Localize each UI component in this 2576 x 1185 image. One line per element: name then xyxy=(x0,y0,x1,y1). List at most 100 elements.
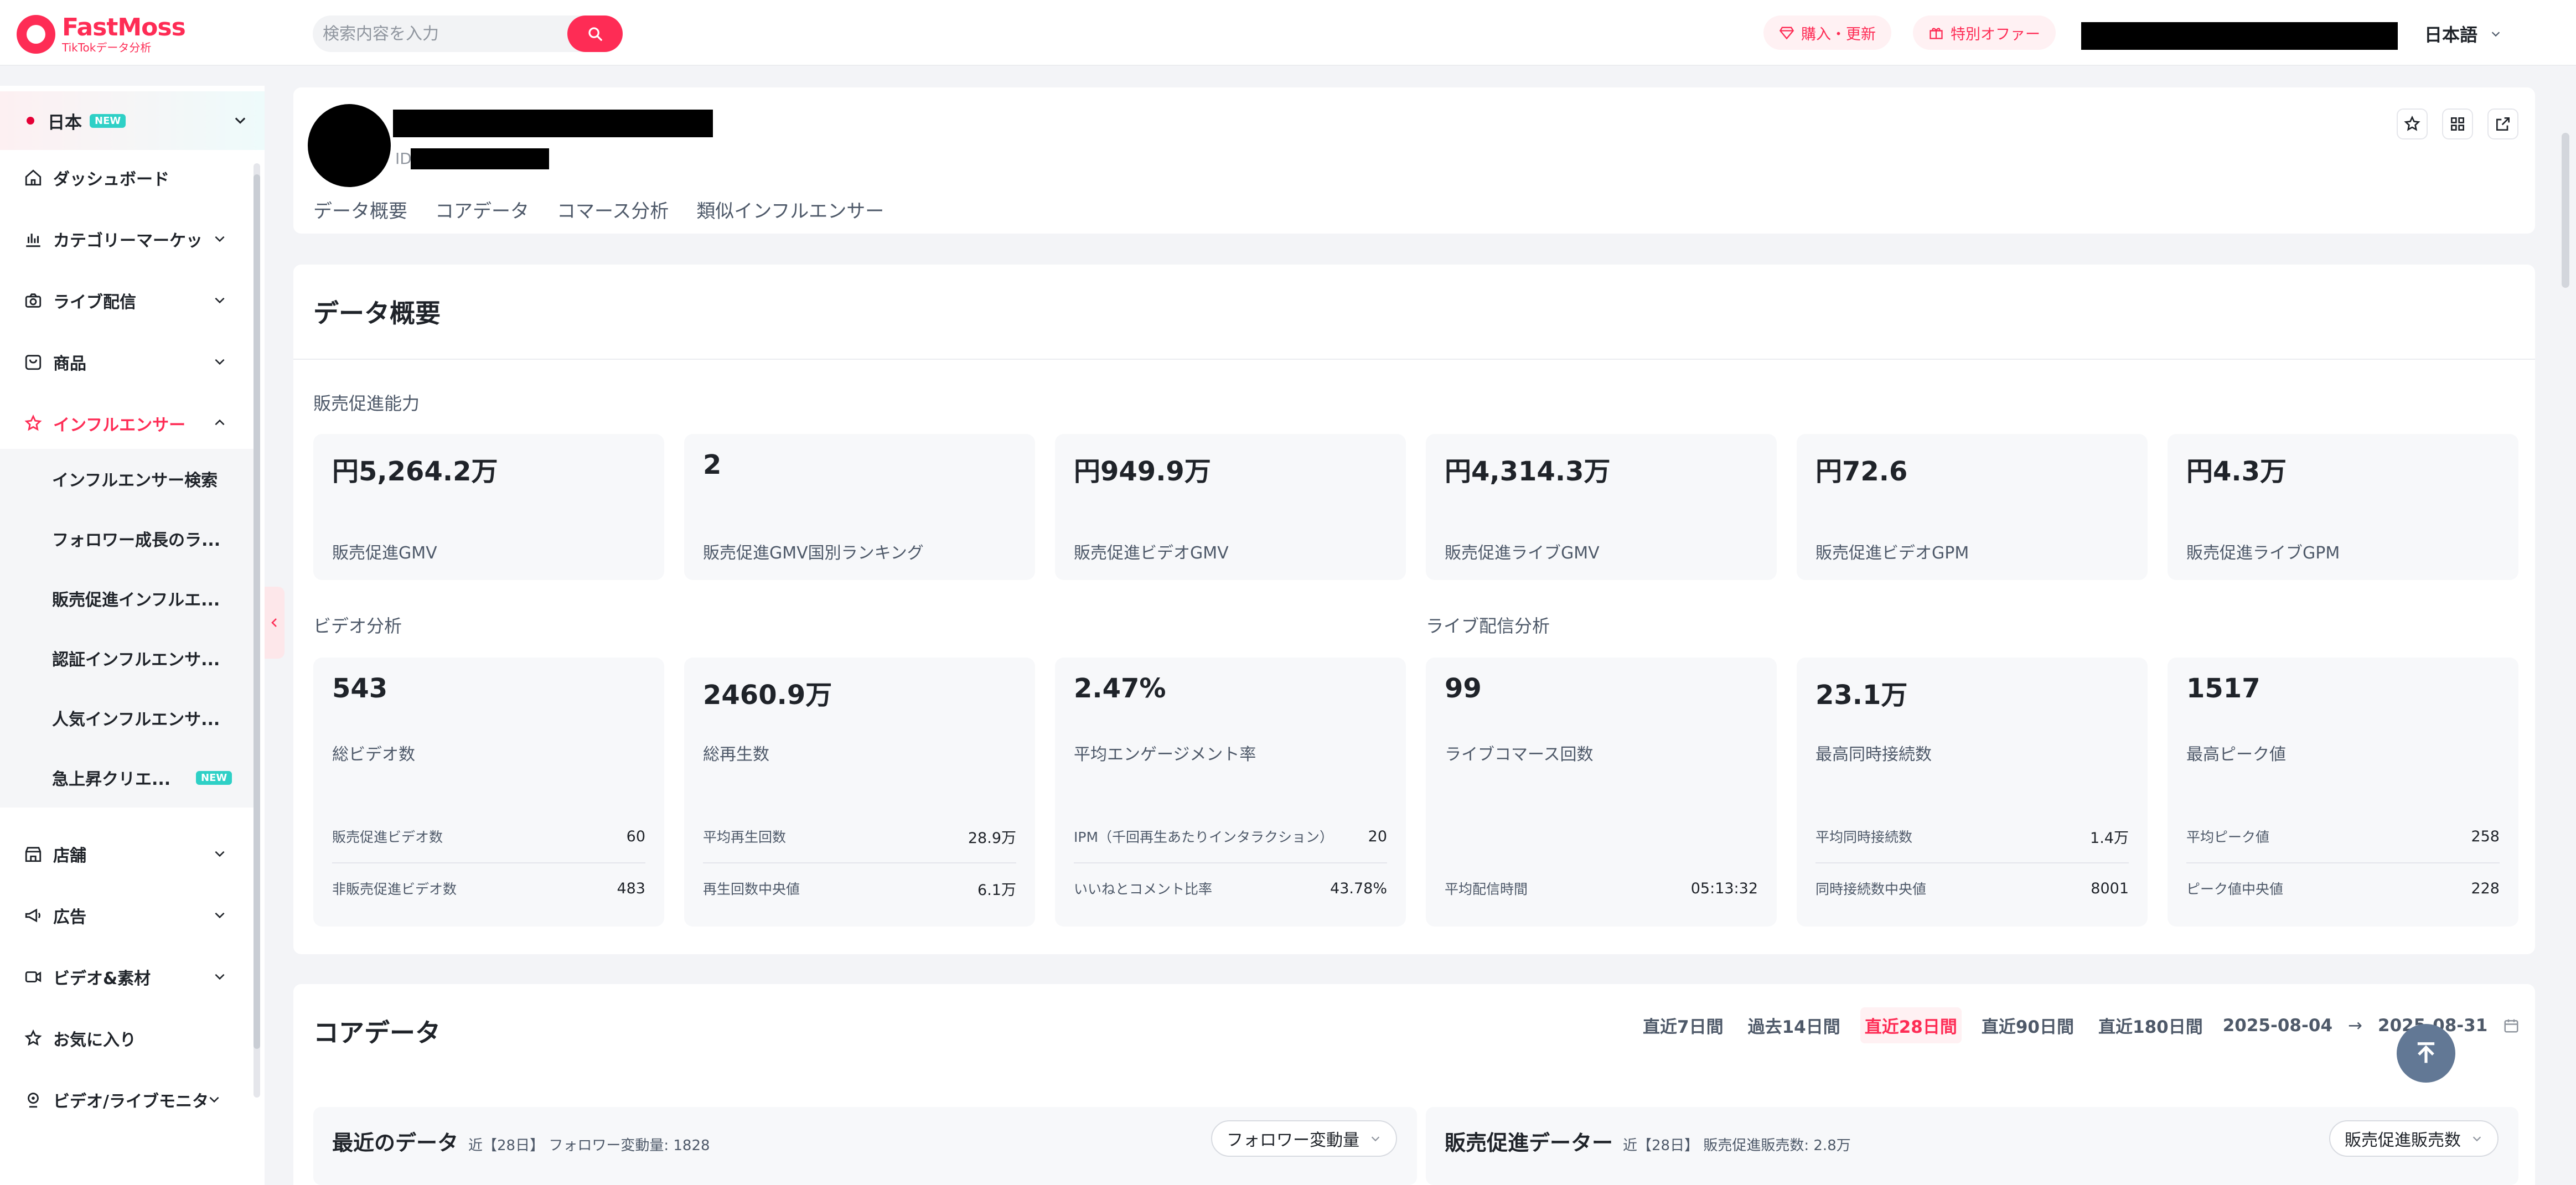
country-selector[interactable]: 日本 NEW xyxy=(0,91,265,150)
sub-row-label: 平均配信時間 xyxy=(1445,881,1528,897)
metric-sub-row: 平均同時接続数 1.4万 xyxy=(1815,811,2129,861)
sidebar-subitem-verified-influencer[interactable]: 認証インフルエンサ... xyxy=(0,628,255,688)
metric-sub-row: いいねとコメント比率 43.78% xyxy=(1074,863,1387,913)
metric-value: 99 xyxy=(1445,673,1482,704)
metric-sub-row: ピーク値中央値 228 xyxy=(2186,863,2500,913)
sub-row-value: 1.4万 xyxy=(2090,829,2129,847)
sidebar-item-dashboard[interactable]: ダッシュボード xyxy=(0,156,255,200)
buy-renew-button[interactable]: 購入・更新 xyxy=(1763,15,1891,50)
sidebar-item-video-material[interactable]: ビデオ&素材 xyxy=(0,955,255,999)
group-title-video: ビデオ分析 xyxy=(313,615,402,637)
sidebar-item-live[interactable]: ライブ配信 xyxy=(0,278,255,323)
sales-data-panel: 販売促進データー 近【28日】 販売促進販売数: 2.8万 販売促進販売数 xyxy=(1426,1107,2518,1185)
metric-sub-row: IPM（千回再生あたりインタラクション） 20 xyxy=(1074,811,1387,861)
qr-code-button[interactable] xyxy=(2442,108,2473,139)
sub-row-label: 再生回数中央値 xyxy=(703,881,800,897)
metric-card: 2 販売促進GMV国別ランキング xyxy=(684,434,1035,580)
tab-similar-influencers[interactable]: 類似インフルエンサー xyxy=(696,196,884,223)
metric-detail-card: 1517 最高ピーク値 平均ピーク値 258 ピーク値中央値 228 xyxy=(2168,658,2518,927)
recent-data-panel: 最近のデータ 近【28日】 フォロワー変動量: 1828 フォロワー変動量 xyxy=(313,1107,1417,1185)
metric-sub-row: 非販売促進ビデオ数 483 xyxy=(332,863,645,913)
sidebar-item-category-market[interactable]: カテゴリーマーケッ xyxy=(0,217,255,261)
sub-row-label: IPM（千回再生あたりインタラクション） xyxy=(1074,829,1334,845)
fastmoss-logo[interactable]: FastMoss TikTokデータ分析 xyxy=(17,12,186,56)
sidebar-item-stores[interactable]: 店舗 xyxy=(0,832,255,876)
sidebar-scrollbar[interactable] xyxy=(254,163,260,1098)
sidebar-item-monitor[interactable]: ビデオ/ライブモニタ xyxy=(0,1078,255,1122)
bar-chart-icon xyxy=(22,228,44,250)
calendar-icon[interactable] xyxy=(2503,1017,2520,1034)
tab-data-overview[interactable]: データ概要 xyxy=(313,196,407,223)
sidebar-item-label: お気に入り xyxy=(53,1031,136,1050)
tab-commerce-analysis[interactable]: コマース分析 xyxy=(557,196,669,223)
metric-sub-row: 平均再生回数 28.9万 xyxy=(703,811,1016,861)
sidebar-item-label: ライブ配信 xyxy=(53,293,136,312)
metric-detail-card: 2.47% 平均エンゲージメント率 IPM（千回再生あたりインタラクション） 20… xyxy=(1055,658,1406,927)
chevron-down-icon xyxy=(2491,32,2500,37)
data-overview-card: データ概要 販売促進能力 円5,264.2万 販売促進GMV 2 販売促進GMV… xyxy=(293,265,2535,954)
logo-mark-icon xyxy=(17,15,55,54)
metric-detail-card: 23.1万 最高同時接続数 平均同時接続数 1.4万 同時接続数中央値 8001 xyxy=(1797,658,2148,927)
page-scrollbar-thumb[interactable] xyxy=(2562,133,2569,288)
sidebar-subitem-label: 販売促進インフルエ... xyxy=(52,591,220,610)
special-offer-button[interactable]: 特別オファー xyxy=(1913,15,2056,50)
metric-value: 2460.9万 xyxy=(703,680,832,711)
favorite-button[interactable] xyxy=(2397,108,2428,139)
search-button[interactable] xyxy=(567,15,623,52)
sub-row-label: 平均再生回数 xyxy=(703,829,787,845)
chevron-down-icon xyxy=(1371,1136,1380,1142)
core-data-card: コアデータ 直近7日間 過去14日間 直近28日間 直近90日間 直近180日間… xyxy=(293,984,2535,1185)
range-28-days[interactable]: 直近28日間 xyxy=(1860,1007,1962,1043)
redacted-id xyxy=(411,148,549,169)
japan-flag-icon xyxy=(27,117,34,125)
metric-value: 円4,314.3万 xyxy=(1445,456,1611,487)
sub-row-value: 8001 xyxy=(2091,879,2129,897)
date-start[interactable]: 2025-08-04 xyxy=(2223,1016,2332,1036)
language-selector[interactable]: 日本語 xyxy=(2424,20,2502,48)
sidebar-subitem-follower-growth[interactable]: フォロワー成長のラ... xyxy=(0,509,255,568)
sidebar-item-favorites[interactable]: お気に入り xyxy=(0,1016,255,1060)
sidebar-item-label: カテゴリーマーケッ xyxy=(53,231,203,251)
sidebar-subitem-popular-influencer[interactable]: 人気インフルエンサ... xyxy=(0,688,255,748)
sidebar-collapse-button[interactable] xyxy=(265,587,285,659)
range-90-days[interactable]: 直近90日間 xyxy=(1977,1007,2078,1043)
metric-detail-card: 543 総ビデオ数 販売促進ビデオ数 60 非販売促進ビデオ数 483 xyxy=(313,658,664,927)
metric-label: 最高同時接続数 xyxy=(1815,745,1932,764)
profile-card: ID データ概要 コアデータ コマース分析 類似インフルエンサー xyxy=(293,87,2535,234)
metric-card: 円4.3万 販売促進ライブGPM xyxy=(2168,434,2518,580)
chevron-down-icon xyxy=(215,359,225,365)
range-180-days[interactable]: 直近180日間 xyxy=(2094,1007,2207,1043)
sidebar-item-products[interactable]: 商品 xyxy=(0,340,255,384)
metric-sub-row: 平均配信時間 05:13:32 xyxy=(1445,863,1758,913)
range-14-days[interactable]: 過去14日間 xyxy=(1744,1007,1845,1043)
sidebar-item-ads[interactable]: 広告 xyxy=(0,893,255,938)
sidebar: 日本 NEW ダッシュボード カテゴリーマーケッ ライブ配信 商品 インフルエン… xyxy=(0,86,265,1185)
sidebar-subitem-rising-creator[interactable]: 急上昇クリエ... NEW xyxy=(0,748,255,808)
sidebar-item-label: 広告 xyxy=(53,908,86,927)
metric-label: 販売促進ライブGMV xyxy=(1445,544,1600,563)
search-input[interactable] xyxy=(323,15,561,52)
chevron-up-icon xyxy=(215,419,225,426)
logo-subtitle: TikTokデータ分析 xyxy=(62,41,152,54)
dropdown-value: フォロワー変動量 xyxy=(1227,1131,1359,1150)
external-link-button[interactable] xyxy=(2487,108,2518,139)
metric-sub-row: 平均ピーク値 258 xyxy=(2186,811,2500,861)
group-title-live: ライブ配信分析 xyxy=(1426,615,1550,637)
sidebar-scrollbar-thumb[interactable] xyxy=(254,174,260,1049)
sidebar-item-influencer[interactable]: インフルエンサー xyxy=(0,401,255,446)
sidebar-item-label: ビデオ/ライブモニタ xyxy=(53,1092,209,1111)
section-title: データ概要 xyxy=(313,298,441,328)
sub-row-value: 6.1万 xyxy=(977,881,1016,899)
sales-count-dropdown[interactable]: 販売促進販売数 xyxy=(2329,1120,2499,1157)
sidebar-subitem-influencer-search[interactable]: インフルエンサー検索 xyxy=(0,449,255,509)
metric-card: 円4,314.3万 販売促進ライブGMV xyxy=(1426,434,1777,580)
sidebar-subitem-label: 人気インフルエンサ... xyxy=(52,710,220,729)
special-offer-label: 特別オファー xyxy=(1951,25,2040,43)
sidebar-subitem-sales-influencer[interactable]: 販売促進インフルエ... xyxy=(0,568,255,628)
tab-core-data[interactable]: コアデータ xyxy=(435,196,529,223)
range-7-days[interactable]: 直近7日間 xyxy=(1638,1007,1728,1043)
back-to-top-button[interactable] xyxy=(2397,1024,2455,1083)
logo-text: FastMoss TikTokデータ分析 xyxy=(62,14,186,55)
follower-change-dropdown[interactable]: フォロワー変動量 xyxy=(1211,1120,1397,1157)
country-label: 日本 xyxy=(48,112,82,133)
